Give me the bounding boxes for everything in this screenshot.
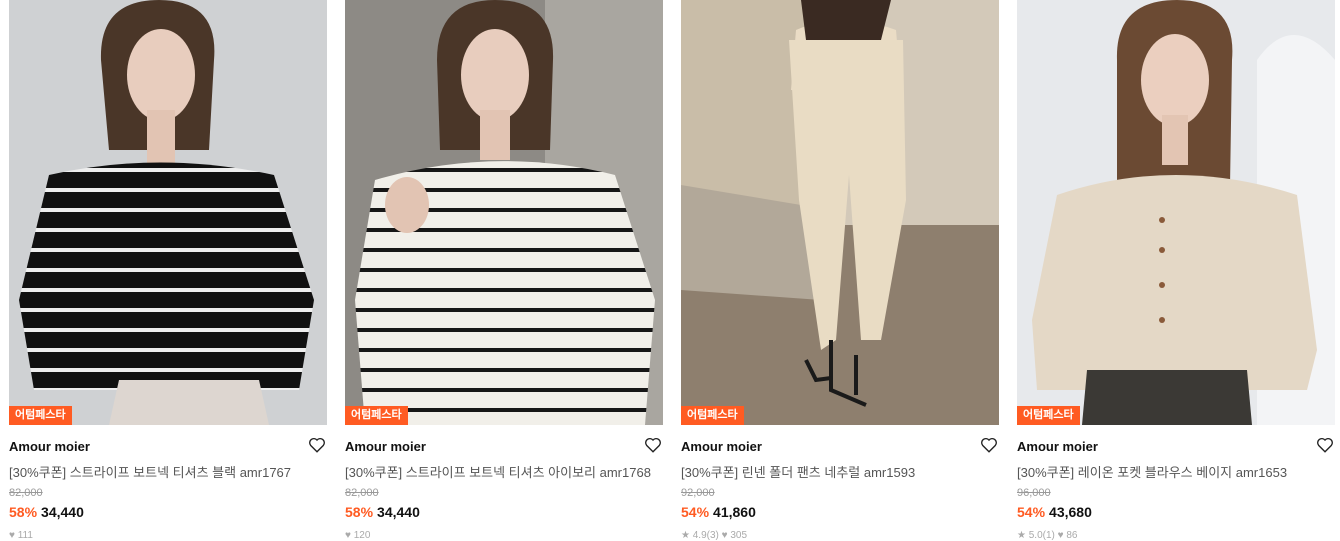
linen-pants-photo: [681, 0, 999, 425]
product-image[interactable]: 어텀페스타: [1017, 0, 1335, 425]
product-card[interactable]: 어텀페스타 Amour moier [30%쿠폰] 스트라이프 보트넥 티셔츠 …: [345, 0, 663, 541]
product-card[interactable]: 어텀페스타 Amour moier [30%쿠폰] 레이온 포켓 블라우스 베이…: [1017, 0, 1335, 541]
product-name[interactable]: [30%쿠폰] 레이온 포켓 블라우스 베이지 amr1653: [1017, 462, 1287, 481]
event-badge: 어텀페스타: [1017, 406, 1080, 425]
heart-icon[interactable]: [980, 436, 998, 454]
product-image[interactable]: 어텀페스타: [9, 0, 327, 425]
sale-price: 43,680: [1049, 504, 1092, 520]
product-name[interactable]: [30%쿠폰] 린넨 폴더 팬츠 네추럴 amr1593: [681, 462, 915, 481]
event-badge: 어텀페스타: [345, 406, 408, 425]
review-like-meta: ♥ 111: [9, 530, 33, 541]
discount-rate: 54%: [681, 504, 710, 520]
product-image[interactable]: 어텀페스타: [681, 0, 999, 425]
product-name[interactable]: [30%쿠폰] 스트라이프 보트넥 티셔츠 아이보리 amr1768: [345, 462, 651, 481]
price-row: 58% 34,440: [345, 504, 420, 520]
striped-top-black-photo: [9, 0, 327, 425]
price-row: 58% 34,440: [9, 504, 84, 520]
brand-name[interactable]: Amour moier: [345, 439, 426, 454]
price-row: 54% 41,860: [681, 504, 756, 520]
heart-icon[interactable]: [1316, 436, 1334, 454]
discount-rate: 58%: [9, 504, 38, 520]
original-price: 82,000: [345, 487, 379, 499]
heart-icon[interactable]: [308, 436, 326, 454]
heart-icon[interactable]: [644, 436, 662, 454]
review-like-meta: ★ 4.9(3) ♥ 305: [681, 530, 748, 541]
product-card[interactable]: 어텀페스타 Amour moier [30%쿠폰] 린넨 폴더 팬츠 네추럴 a…: [681, 0, 999, 541]
discount-rate: 54%: [1017, 504, 1046, 520]
sale-price: 34,440: [377, 504, 420, 520]
rayon-blouse-photo: [1017, 0, 1335, 425]
review-like-meta: ★ 5.0(1) ♥ 86: [1017, 530, 1078, 541]
discount-rate: 58%: [345, 504, 374, 520]
sale-price: 34,440: [41, 504, 84, 520]
product-image[interactable]: 어텀페스타: [345, 0, 663, 425]
original-price: 82,000: [9, 487, 43, 499]
product-grid: 어텀페스타 Amour moier [30%쿠폰] 스트라이프 보트넥 티셔츠 …: [0, 0, 1340, 541]
review-like-meta: ♥ 120: [345, 530, 371, 541]
event-badge: 어텀페스타: [9, 406, 72, 425]
brand-name[interactable]: Amour moier: [1017, 439, 1098, 454]
brand-name[interactable]: Amour moier: [9, 439, 90, 454]
brand-name[interactable]: Amour moier: [681, 439, 762, 454]
original-price: 92,000: [681, 487, 715, 499]
sale-price: 41,860: [713, 504, 756, 520]
product-name[interactable]: [30%쿠폰] 스트라이프 보트넥 티셔츠 블랙 amr1767: [9, 462, 291, 481]
price-row: 54% 43,680: [1017, 504, 1092, 520]
striped-top-ivory-photo: [345, 0, 663, 425]
product-card[interactable]: 어텀페스타 Amour moier [30%쿠폰] 스트라이프 보트넥 티셔츠 …: [9, 0, 327, 541]
original-price: 96,000: [1017, 487, 1051, 499]
event-badge: 어텀페스타: [681, 406, 744, 425]
